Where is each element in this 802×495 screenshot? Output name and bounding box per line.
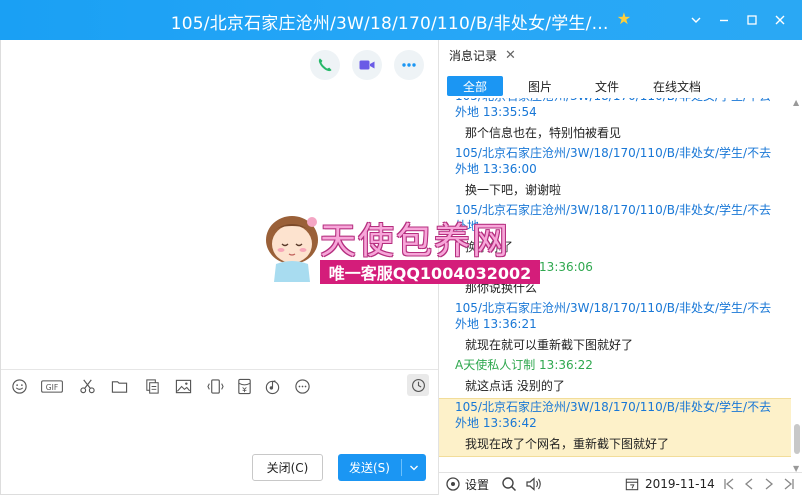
prev-page-icon[interactable] bbox=[741, 476, 757, 492]
history-scrollbar[interactable]: ▲ ▼ bbox=[791, 98, 802, 473]
message-sender: 105/北京石家庄沧州/3W/18/170/110/B/非处女/学生/不去外地 … bbox=[455, 400, 772, 430]
image-icon[interactable] bbox=[174, 377, 192, 395]
history-pane: 消息记录 ✕ 全部 图片 文件 在线文档 105/北京石家庄沧州/3W/18/1… bbox=[438, 40, 802, 495]
send-options-chevron-icon[interactable] bbox=[402, 454, 426, 481]
scissors-icon[interactable] bbox=[78, 377, 96, 395]
message-list: 105/北京石家庄沧州/3W/18/170/110/B/非处女/学生/不去外地 … bbox=[439, 98, 791, 472]
message-item-highlighted: 105/北京石家庄沧州/3W/18/170/110/B/非处女/学生/不去外地 … bbox=[439, 398, 791, 457]
call-actions bbox=[310, 50, 424, 80]
emoji-icon[interactable] bbox=[10, 377, 28, 395]
last-page-icon[interactable] bbox=[781, 476, 797, 492]
message-text: 就现在就可以重新截下图就好了 bbox=[465, 338, 634, 352]
history-footer: 设置 2019-11-14 bbox=[439, 472, 802, 495]
close-button[interactable]: 关闭(C) bbox=[252, 454, 323, 481]
scroll-up-icon[interactable]: ▲ bbox=[793, 98, 801, 107]
date-label[interactable]: 2019-11-14 bbox=[645, 477, 715, 491]
chat-pane: GIF 关闭(C) 发送(S) bbox=[0, 40, 439, 495]
message-input[interactable] bbox=[1, 400, 439, 452]
message-sender: 105/北京石家庄沧州/3W/18/170/110/B/非处女/学生/不去外地 bbox=[455, 203, 772, 233]
message-text: 我现在改了个网名，重新截下图就好了 bbox=[465, 437, 670, 451]
next-page-icon[interactable] bbox=[761, 476, 777, 492]
window-title: 105/北京石家庄沧州/3W/18/170/110/B/非处女/学生/不去外地 bbox=[170, 14, 611, 34]
message-sender: A天使私人订制 13:36:22 bbox=[455, 358, 593, 372]
send-button-label[interactable]: 发送(S) bbox=[338, 454, 401, 481]
minimize-icon[interactable] bbox=[710, 10, 738, 30]
close-history-icon[interactable]: ✕ bbox=[505, 48, 516, 63]
doc-icon[interactable] bbox=[143, 377, 161, 395]
title-bar: 105/北京石家庄沧州/3W/18/170/110/B/非处女/学生/不去外地 ★ bbox=[0, 0, 802, 40]
filter-images[interactable]: 图片 bbox=[517, 76, 563, 96]
message-text: 那个信息也在，特别怕被看见 bbox=[465, 126, 622, 140]
scroll-thumb[interactable] bbox=[794, 424, 800, 454]
message-item: 105/北京石家庄沧州/3W/18/170/110/B/非处女/学生/不去外地 … bbox=[439, 98, 791, 142]
calendar-icon[interactable] bbox=[625, 477, 639, 491]
input-toolbar: GIF bbox=[1, 369, 439, 399]
message-item: A天使私人订制 13:36:06 那你说换什么 bbox=[439, 259, 791, 297]
filter-all[interactable]: 全部 bbox=[447, 76, 503, 96]
first-page-icon[interactable] bbox=[721, 476, 737, 492]
message-sender: 105/北京石家庄沧州/3W/18/170/110/B/非处女/学生/不去外地 … bbox=[455, 98, 771, 119]
filter-files[interactable]: 文件 bbox=[584, 76, 630, 96]
red-packet-icon[interactable] bbox=[235, 377, 253, 395]
close-icon[interactable] bbox=[766, 10, 794, 30]
settings-icon bbox=[446, 477, 460, 491]
voice-icon[interactable] bbox=[525, 476, 543, 492]
search-icon[interactable] bbox=[501, 476, 517, 492]
message-item: 105/北京石家庄沧州/3W/18/170/110/B/非处女/学生/不去外地 … bbox=[439, 300, 791, 354]
window-controls bbox=[682, 10, 794, 30]
music-icon[interactable] bbox=[263, 377, 281, 395]
folder-icon[interactable] bbox=[110, 377, 128, 395]
message-text: 那你说换什么 bbox=[465, 281, 538, 295]
more-icon[interactable] bbox=[394, 50, 424, 80]
message-text: 换了你了 bbox=[465, 240, 514, 254]
settings-label: 设置 bbox=[465, 477, 490, 492]
gif-icon[interactable]: GIF bbox=[40, 377, 64, 395]
history-filters: 全部 图片 文件 在线文档 bbox=[439, 72, 802, 98]
history-clock-icon[interactable] bbox=[407, 374, 429, 396]
gif-label: GIF bbox=[46, 382, 58, 391]
video-icon[interactable] bbox=[352, 50, 382, 80]
maximize-icon[interactable] bbox=[738, 10, 766, 30]
message-sender: 105/北京石家庄沧州/3W/18/170/110/B/非处女/学生/不去外地 … bbox=[455, 146, 772, 176]
filter-online-docs[interactable]: 在线文档 bbox=[642, 76, 712, 96]
history-tab[interactable]: 消息记录 ✕ bbox=[449, 47, 516, 64]
phone-icon[interactable] bbox=[310, 50, 340, 80]
message-sender: A天使私人订制 13:36:06 bbox=[455, 260, 593, 274]
chevron-down-icon[interactable] bbox=[682, 10, 710, 30]
message-item: 105/北京石家庄沧州/3W/18/170/110/B/非处女/学生/不去外地 … bbox=[439, 202, 791, 256]
scroll-down-icon[interactable]: ▼ bbox=[793, 464, 801, 473]
message-text: 换一下吧，谢谢啦 bbox=[465, 183, 562, 197]
message-text: 就这点话 没别的了 bbox=[465, 379, 565, 393]
settings-button[interactable]: 设置 bbox=[445, 476, 489, 493]
send-button[interactable]: 发送(S) bbox=[338, 454, 426, 481]
star-icon[interactable]: ★ bbox=[617, 9, 632, 28]
message-item: 105/北京石家庄沧州/3W/18/170/110/B/非处女/学生/不去外地 … bbox=[439, 145, 791, 199]
shake-icon[interactable] bbox=[206, 377, 224, 395]
message-item: A天使私人订制 13:36:22 就这点话 没别的了 bbox=[439, 357, 791, 395]
history-tab-label: 消息记录 bbox=[449, 49, 498, 63]
more-icon[interactable] bbox=[293, 377, 311, 395]
message-sender: 105/北京石家庄沧州/3W/18/170/110/B/非处女/学生/不去外地 … bbox=[455, 301, 772, 331]
